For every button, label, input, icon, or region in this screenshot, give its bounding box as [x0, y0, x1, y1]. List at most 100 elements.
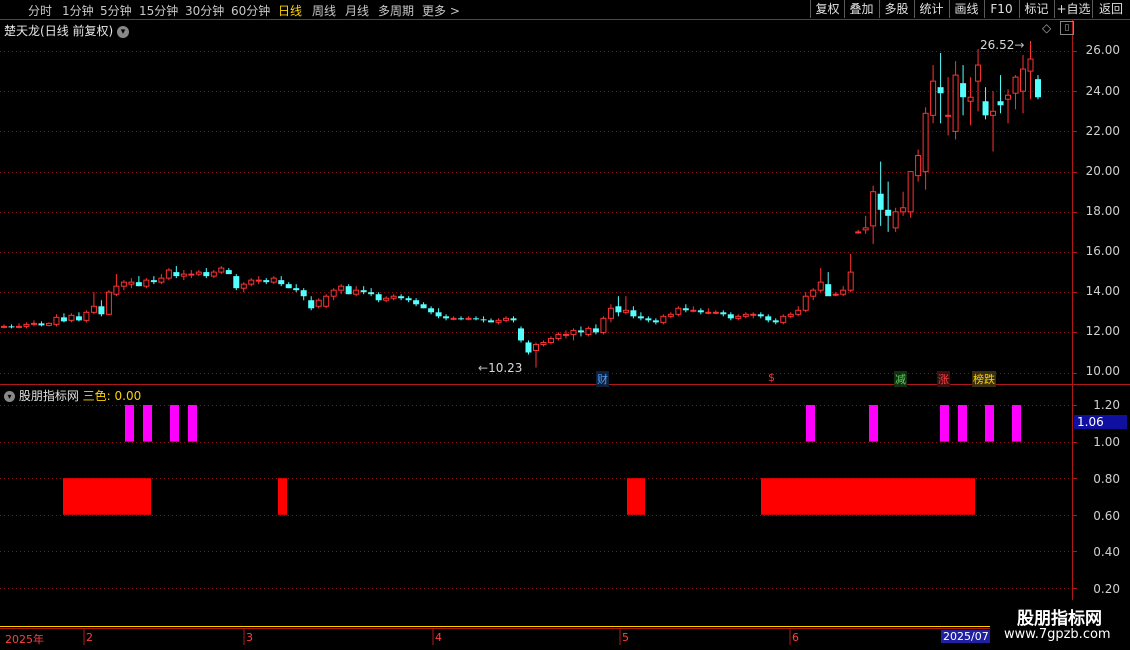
candle: [473, 316, 480, 321]
chevron-down-icon[interactable]: ▾: [117, 25, 130, 38]
candle-body: [203, 272, 210, 277]
candle: [720, 310, 727, 317]
candle-body: [270, 277, 277, 283]
add-watchlist-button[interactable]: +自选: [1054, 0, 1092, 18]
candle-body: [135, 282, 142, 287]
candle: [592, 324, 599, 335]
candle-body: [30, 322, 37, 325]
draw-line-button[interactable]: 画线: [949, 0, 983, 18]
candle-body: [1035, 79, 1041, 98]
mark-button[interactable]: 标记: [1019, 0, 1053, 18]
candle: [967, 77, 974, 126]
candle-body: [555, 333, 562, 339]
candle: [128, 278, 135, 289]
diamond-icon[interactable]: ◇: [1042, 21, 1051, 35]
candle-body: [1020, 68, 1027, 92]
candle-body: [120, 281, 127, 287]
tab-15min[interactable]: 15分钟: [139, 2, 178, 19]
candle: [645, 316, 652, 323]
candle: [847, 254, 854, 293]
tab-30min[interactable]: 30分钟: [185, 2, 224, 19]
marker-reduce[interactable]: 减: [894, 371, 907, 387]
tab-monthly[interactable]: 月线: [345, 2, 369, 19]
candle-body: [795, 309, 802, 315]
candle: [855, 229, 862, 234]
tab-60min[interactable]: 60分钟: [231, 2, 270, 19]
magenta-signal-bar: [958, 405, 967, 442]
candle: [488, 318, 495, 323]
tab-weekly[interactable]: 周线: [312, 2, 336, 19]
candle-body: [53, 316, 60, 325]
back-button[interactable]: 返回: [1092, 0, 1129, 18]
marker-finance[interactable]: 财: [596, 371, 609, 387]
candle: [75, 312, 82, 322]
candle-body: [398, 296, 405, 299]
candle: [825, 272, 832, 297]
candle-body: [727, 314, 734, 319]
stats-button[interactable]: 统计: [914, 0, 948, 18]
candle: [765, 314, 772, 323]
candle: [555, 332, 562, 341]
f10-button[interactable]: F10: [984, 0, 1018, 18]
candle-body: [300, 290, 307, 297]
tab-fenshi[interactable]: 分时: [28, 2, 52, 19]
candle: [480, 316, 487, 323]
candle-body: [330, 289, 337, 297]
chevron-down-icon[interactable]: ▾: [4, 391, 15, 402]
candle-body: [98, 306, 105, 315]
fuquan-button[interactable]: 复权: [810, 0, 844, 18]
candle: [615, 296, 622, 317]
candle: [218, 266, 225, 275]
indicator-name[interactable]: 股朋指标网: [19, 389, 79, 403]
candle: [682, 304, 689, 313]
tab-multi-period[interactable]: 多周期: [378, 2, 414, 19]
marker-rise[interactable]: 涨: [937, 371, 950, 387]
candle-body: [263, 280, 270, 283]
candle: [53, 314, 60, 327]
candle-body: [690, 309, 697, 312]
overlay-button[interactable]: 叠加: [844, 0, 878, 18]
candle: [945, 77, 952, 136]
candle: [420, 302, 427, 309]
candle: [750, 312, 757, 319]
tab-5min[interactable]: 5分钟: [100, 2, 132, 19]
candle-body: [390, 295, 397, 299]
candle-body: [60, 317, 67, 322]
y-tick-label: 24.00: [1085, 84, 1120, 98]
marker-list-fall[interactable]: 榜跌: [972, 371, 996, 387]
candle-body: [308, 300, 315, 309]
candle: [353, 286, 360, 297]
marker-dollar[interactable]: $: [768, 371, 775, 384]
candle: [540, 340, 547, 347]
candle-body: [45, 322, 52, 326]
candle: [360, 286, 367, 295]
candle: [562, 330, 569, 339]
candle-body: [278, 280, 285, 285]
candle: [510, 316, 517, 323]
window-toggle-icon[interactable]: ▯: [1060, 21, 1074, 35]
candle: [832, 292, 839, 297]
candle: [450, 316, 457, 321]
candle: [38, 321, 45, 327]
tab-more[interactable]: 更多 >: [422, 2, 460, 19]
candle: [982, 87, 989, 120]
indicator-y-tick: 0.60: [1093, 509, 1120, 523]
indicator-y-tick: 1.00: [1093, 435, 1120, 449]
magenta-signal-bar: [143, 405, 152, 442]
candle: [690, 306, 697, 313]
y-tick-label: 26.00: [1085, 43, 1120, 57]
candle: [667, 312, 674, 319]
candle-body: [495, 319, 502, 323]
candle: [225, 268, 232, 275]
tab-1min[interactable]: 1分钟: [62, 2, 94, 19]
candle-body: [592, 328, 599, 333]
tab-daily[interactable]: 日线: [278, 2, 302, 19]
candle-body: [757, 314, 764, 317]
candle: [525, 340, 532, 355]
candle: [1027, 40, 1034, 100]
candle-body: [960, 83, 967, 98]
multi-stock-button[interactable]: 多股: [879, 0, 913, 18]
candle-body: [892, 211, 899, 229]
candle: [577, 326, 584, 337]
candle: [330, 288, 337, 301]
